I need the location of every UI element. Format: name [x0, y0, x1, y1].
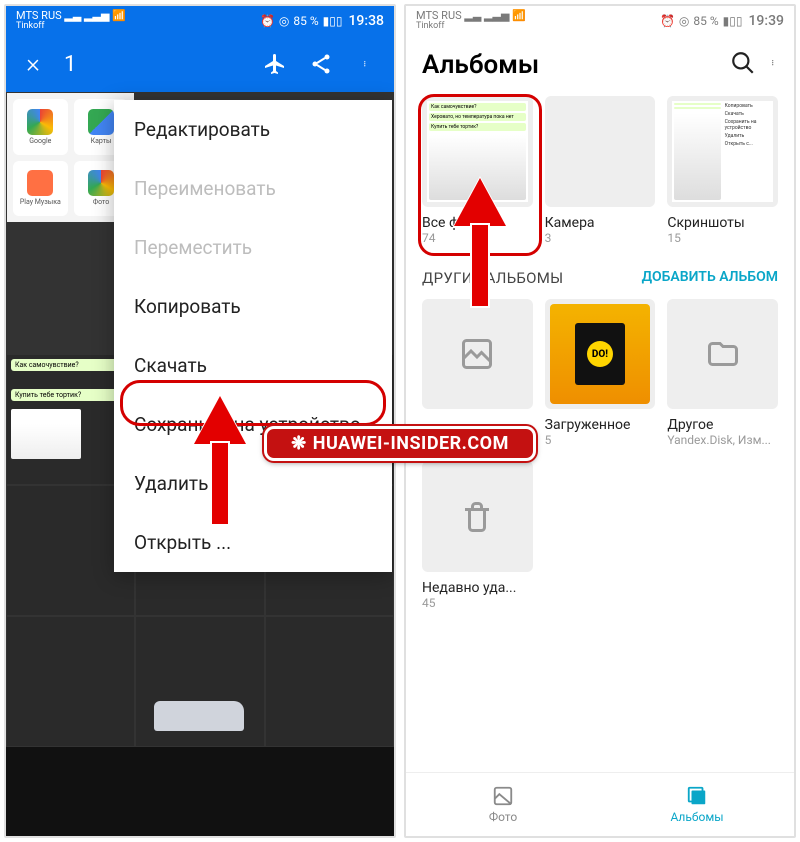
grid-cell[interactable] [265, 616, 394, 747]
add-album-button[interactable]: ДОБАВИТЬ АЛЬБОМ [642, 269, 778, 286]
album-name: Другое [667, 417, 778, 433]
phone-right: MTS RUS ▂▃ ▂▃▅ 📶 Tinkoff ⏰ ◎ 85 % ▮▯▯ 19… [404, 4, 796, 838]
albums-grid: Как самочувствие? Херовато, но температу… [406, 90, 794, 249]
menu-delete[interactable]: Удалить [114, 454, 392, 513]
selection-header: × 1 [6, 36, 394, 92]
watermark: ❋HUAWEI-INSIDER.COM [264, 426, 536, 461]
status-bar: MTS RUS ▂▃ ▂▃▅ 📶 Tinkoff ⏰ ◎ 85 % ▮▯▯ 19… [6, 6, 394, 36]
bottom-nav: Фото Альбомы [406, 772, 794, 836]
album-name: Скриншоты [667, 215, 778, 231]
nav-label: Альбомы [670, 810, 723, 824]
search-icon[interactable] [730, 50, 756, 80]
alarm-icon: ⏰ [260, 14, 275, 28]
album-name: Камера [545, 215, 656, 231]
other-albums-section: ДРУГИЕ АЛЬБОМЫ ДОБАВИТЬ АЛЬБОМ [406, 249, 794, 293]
share-icon[interactable] [306, 49, 336, 79]
cat-thumb [11, 409, 81, 459]
status-carrier: MTS RUS ▂▃ ▂▃▅ 📶 Tinkoff [16, 10, 126, 32]
status-bar: MTS RUS ▂▃ ▂▃▅ 📶 Tinkoff ⏰ ◎ 85 % ▮▯▯ 19… [406, 6, 794, 36]
album-all-photos[interactable]: Как самочувствие? Херовато, но температу… [422, 96, 533, 245]
album-screenshots[interactable]: КопироватьСкачать Сохранить на устройств… [667, 96, 778, 245]
album-count: 5 [545, 433, 656, 447]
battery-icon: ▮▯▯ [723, 14, 743, 28]
grid-cell[interactable] [6, 616, 135, 747]
huawei-logo-icon: ❋ [291, 433, 307, 454]
menu-copy[interactable]: Копировать [114, 277, 392, 336]
battery-label: 85 % [693, 14, 718, 28]
menu-move[interactable]: Переместить [114, 218, 392, 277]
album-count: 15 [667, 231, 778, 245]
album-camera[interactable]: Камера 3 [545, 96, 656, 245]
selection-count: 1 [64, 52, 244, 77]
grid-cell[interactable] [135, 616, 264, 747]
nav-label: Фото [489, 810, 517, 824]
nav-albums[interactable]: Альбомы [600, 773, 794, 836]
signal-icon: ▂▃ ▂▃▅ 📶 [464, 9, 525, 22]
close-icon[interactable]: × [18, 49, 48, 79]
album-count: 45 [422, 596, 533, 610]
phone-left: MTS RUS ▂▃ ▂▃▅ 📶 Tinkoff ⏰ ◎ 85 % ▮▯▯ 19… [4, 4, 396, 838]
alarm-icon: ⏰ [660, 14, 675, 28]
menu-rename[interactable]: Переименовать [114, 159, 392, 218]
more-icon[interactable] [772, 52, 778, 78]
page-title: Альбомы [422, 50, 720, 80]
more-icon[interactable] [352, 49, 382, 79]
album-name: Все фото [422, 215, 533, 231]
status-right: ⏰ ◎ 85 % ▮▯▯ 19:39 [660, 13, 784, 29]
album-sub: Yandex.Disk, Изм... [667, 433, 778, 447]
battery-icon: ▮▯▯ [323, 14, 343, 28]
battery-label: 85 % [293, 14, 318, 28]
chat-bubble: Купить тебе тортик? [11, 389, 130, 401]
context-menu: Редактировать Переименовать Переместить … [114, 100, 392, 572]
menu-open-with[interactable]: Открыть ... [114, 513, 392, 572]
offline-icon[interactable] [260, 49, 290, 79]
album-downloaded[interactable]: DO! Загруженное 5 [545, 299, 656, 448]
album-name: Недавно уда... [422, 580, 533, 596]
folder-icon [667, 299, 778, 410]
menu-edit[interactable]: Редактировать [114, 100, 392, 159]
album-trash[interactable]: Недавно уда... 45 [422, 461, 533, 610]
carrier-sub: Tinkoff [416, 22, 526, 32]
chat-bubble: Как самочувствие? [11, 359, 130, 371]
carrier-label: MTS RUS [16, 9, 62, 22]
album-count: 3 [545, 231, 656, 245]
album-count: 74 [422, 231, 533, 245]
section-label: ДРУГИЕ АЛЬБОМЫ [422, 269, 563, 287]
status-carrier: MTS RUS ▂▃ ▂▃▅ 📶 Tinkoff [416, 10, 526, 32]
app-google: Google [13, 99, 68, 155]
trash-icon [422, 461, 533, 572]
nav-photos[interactable]: Фото [406, 773, 600, 836]
clock: 19:38 [348, 13, 384, 29]
menu-download[interactable]: Скачать [114, 336, 392, 395]
carrier-sub: Tinkoff [16, 22, 126, 32]
ring-icon: ◎ [279, 14, 289, 28]
album-name: Загруженное [545, 417, 656, 433]
carrier-label: MTS RUS [416, 9, 462, 22]
no-thumbnail-icon [422, 299, 533, 410]
app-play-music: Play Музыка [13, 161, 68, 217]
album-other[interactable]: Другое Yandex.Disk, Изм... [667, 299, 778, 448]
clock: 19:39 [748, 13, 784, 29]
signal-icon: ▂▃ ▂▃▅ 📶 [64, 9, 125, 22]
status-right: ⏰ ◎ 85 % ▮▯▯ 19:38 [260, 13, 384, 29]
ring-icon: ◎ [679, 14, 689, 28]
albums-header: Альбомы [406, 36, 794, 90]
